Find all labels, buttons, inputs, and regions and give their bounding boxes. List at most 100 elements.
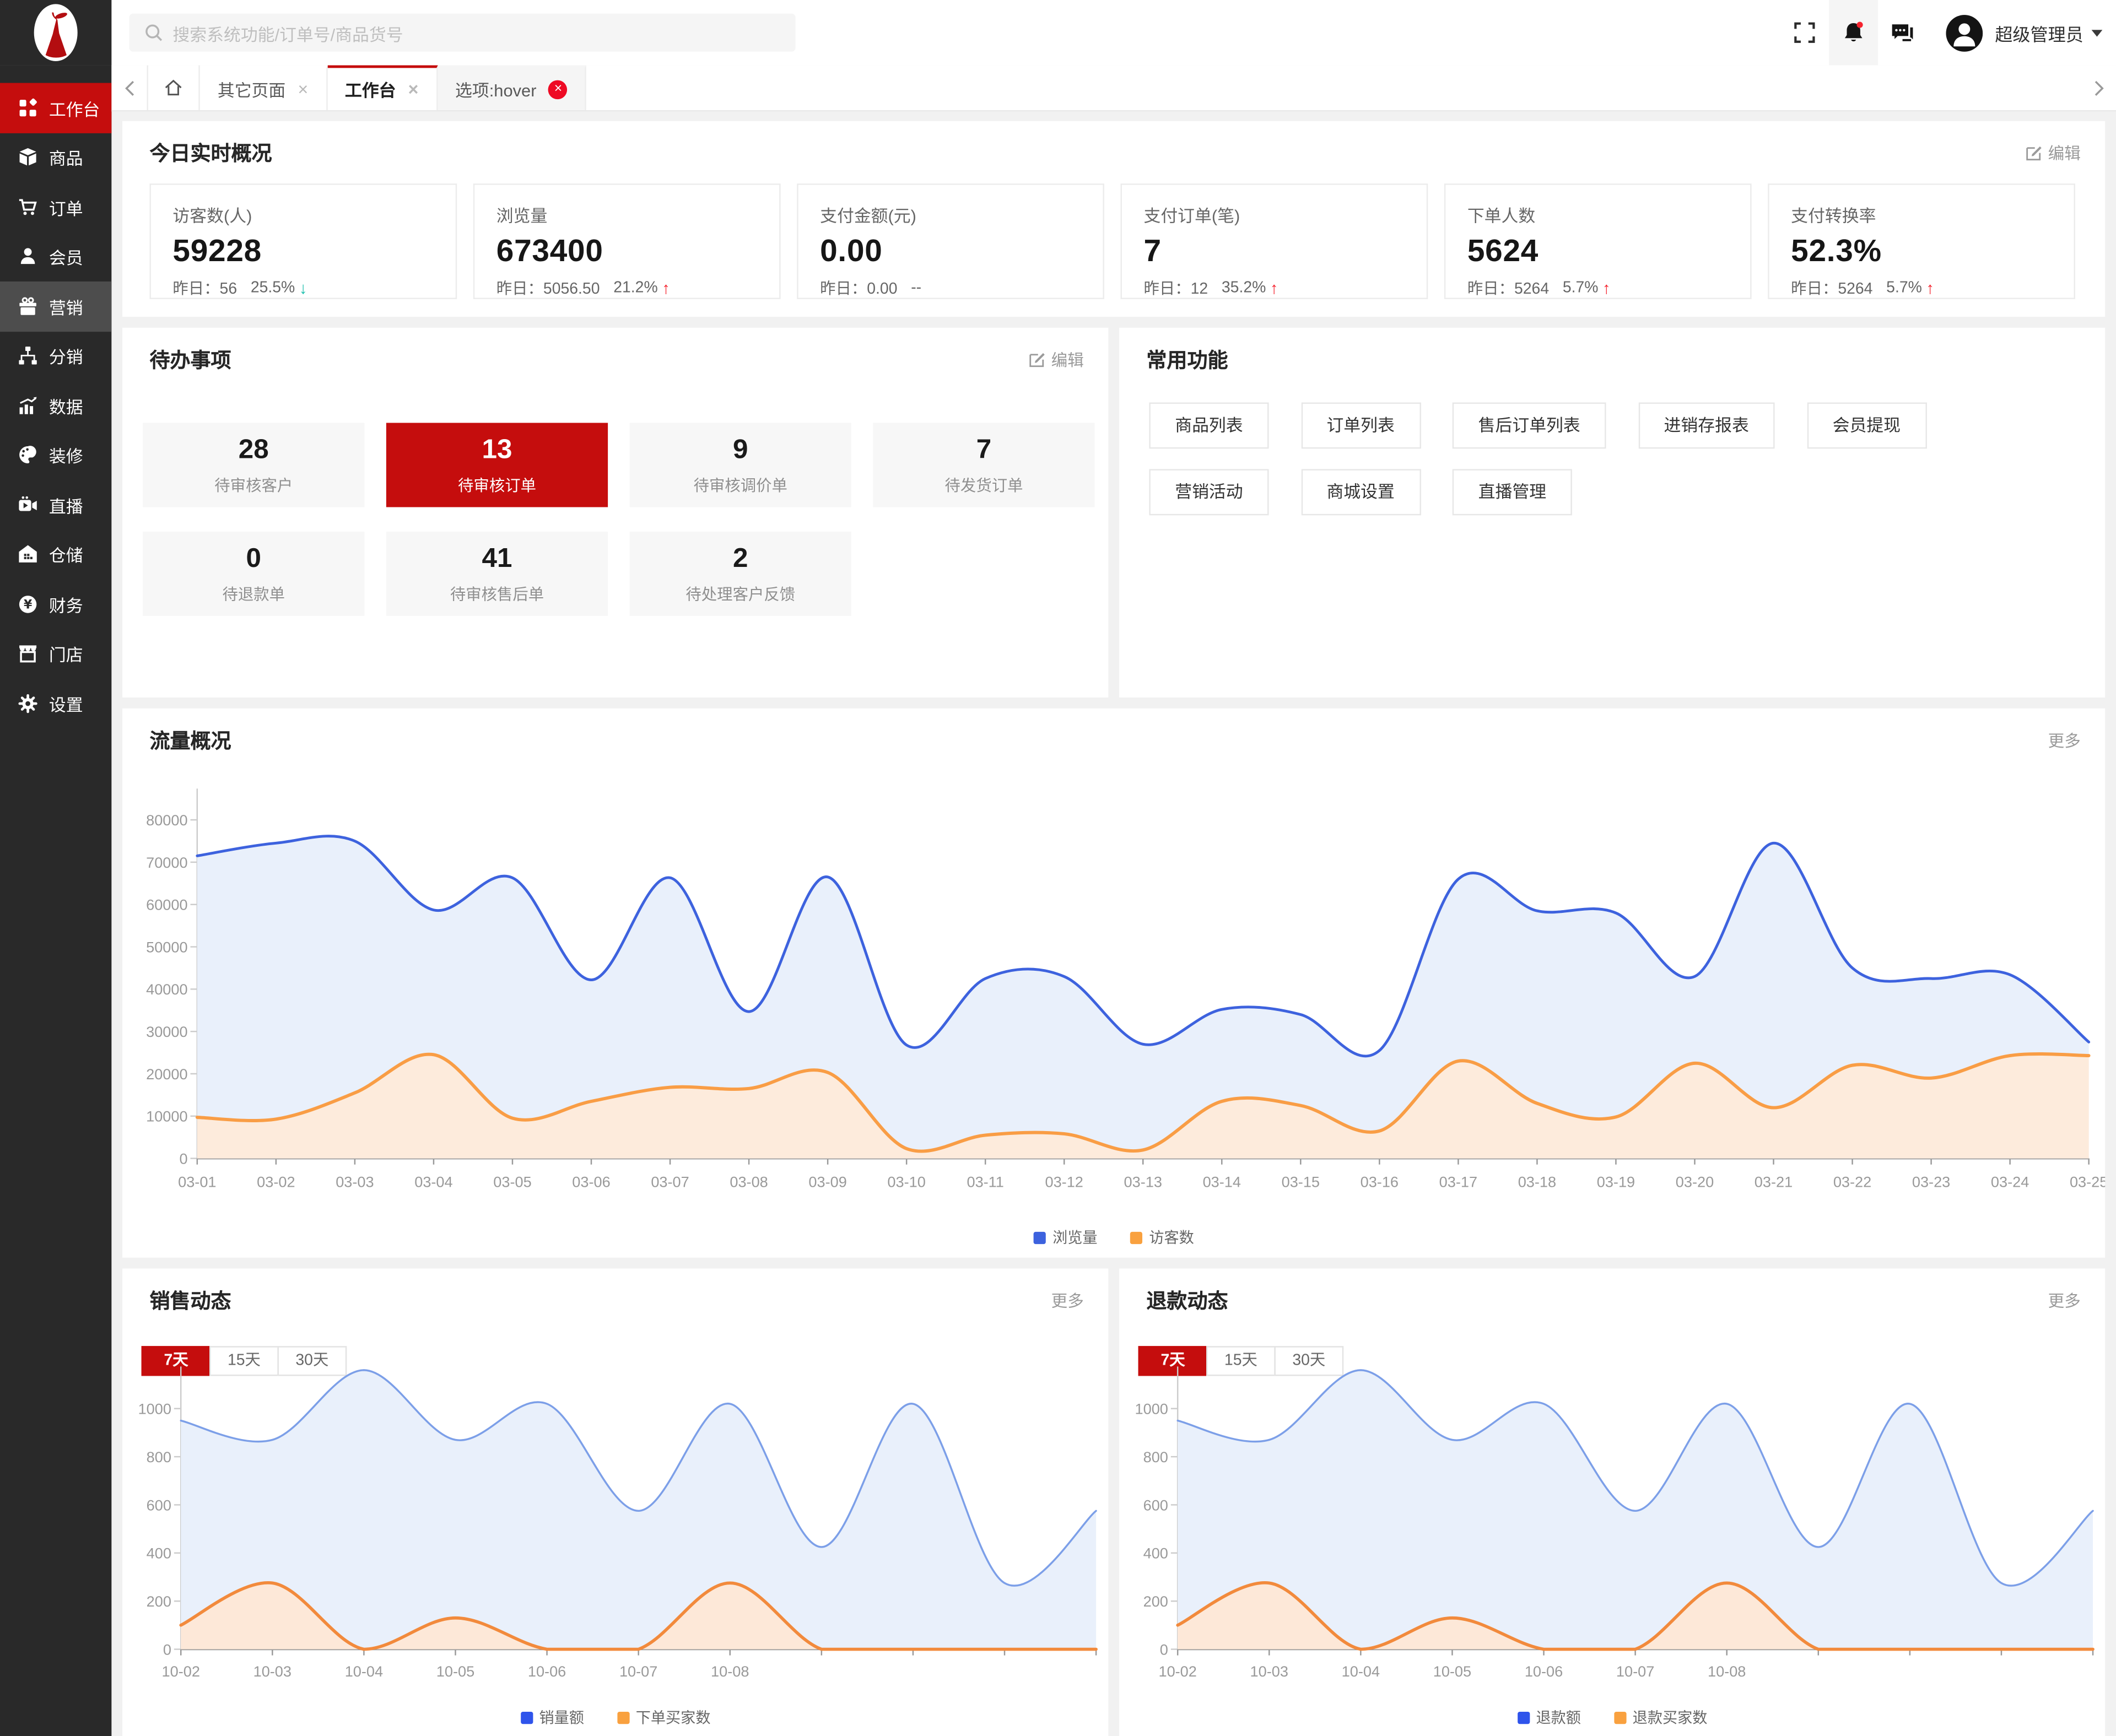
- svg-text:10-07: 10-07: [619, 1663, 657, 1680]
- page-tab[interactable]: 选项:hover ×: [438, 65, 587, 110]
- tabs-scroll-left-icon[interactable]: [111, 65, 147, 110]
- todo-tile[interactable]: 13 待审核订单: [386, 423, 608, 507]
- warehouse-icon: [18, 544, 38, 565]
- quick-function-button[interactable]: 商品列表: [1149, 402, 1268, 448]
- sidebar-item[interactable]: 订单: [0, 182, 111, 232]
- todo-label: 待退款单: [222, 582, 285, 604]
- sidebar-item[interactable]: 数据: [0, 381, 111, 430]
- tabs-scroll-right-icon[interactable]: [2081, 65, 2116, 110]
- todo-label: 待发货订单: [945, 474, 1023, 495]
- todo-label: 待审核调价单: [694, 474, 787, 495]
- quick-function-button[interactable]: 进销存报表: [1638, 402, 1775, 448]
- stat-value: 7: [1143, 232, 1405, 269]
- decorate-palette-icon: [18, 445, 38, 466]
- svg-text:10-08: 10-08: [711, 1663, 749, 1680]
- sidebar-item[interactable]: 工作台: [0, 83, 111, 133]
- quick-function-button[interactable]: 订单列表: [1301, 402, 1421, 448]
- panel-title: 流量概况: [149, 726, 231, 755]
- messages-button[interactable]: [1878, 0, 1927, 65]
- order-cart-icon: [18, 197, 38, 217]
- chat-icon: [1890, 20, 1914, 45]
- user-menu[interactable]: 超级管理员: [1946, 14, 2102, 51]
- sidebar-item[interactable]: 直播: [0, 480, 111, 529]
- search-icon: [144, 23, 164, 42]
- tab-home[interactable]: [147, 65, 200, 110]
- sidebar-item[interactable]: 门店: [0, 629, 111, 678]
- legend-label: 下单买家数: [636, 1706, 711, 1728]
- legend-item[interactable]: 退款额: [1517, 1706, 1581, 1728]
- svg-text:0: 0: [163, 1641, 171, 1658]
- chevron-down-icon: [2092, 29, 2103, 36]
- close-icon[interactable]: ×: [298, 80, 309, 98]
- todo-tile[interactable]: 9 待审核调价单: [630, 423, 851, 507]
- notifications-button[interactable]: [1829, 0, 1878, 65]
- sidebar-item[interactable]: 商品: [0, 133, 111, 182]
- sidebar-item[interactable]: 设置: [0, 678, 111, 728]
- sidebar: 工作台 商品 订单 会员 营销 分销: [0, 65, 111, 1736]
- search-input[interactable]: 搜索系统功能/订单号/商品货号: [129, 14, 795, 52]
- legend-swatch-icon: [1517, 1711, 1529, 1723]
- edit-button[interactable]: 编辑: [1028, 348, 1084, 371]
- svg-text:0: 0: [179, 1150, 187, 1167]
- stat-yesterday: 昨日：12 35.2%: [1143, 277, 1405, 299]
- sidebar-item[interactable]: 仓储: [0, 529, 111, 579]
- sidebar-item[interactable]: ¥ 财务: [0, 579, 111, 629]
- quick-function-button[interactable]: 会员提现: [1807, 402, 1926, 448]
- todo-tile[interactable]: 2 待处理客户反馈: [630, 532, 851, 616]
- stat-label: 访客数(人): [172, 201, 434, 227]
- more-link[interactable]: 更多: [1051, 1289, 1084, 1312]
- svg-text:03-13: 03-13: [1124, 1173, 1162, 1190]
- sidebar-item[interactable]: 分销: [0, 331, 111, 381]
- brand-logo[interactable]: [0, 0, 111, 65]
- legend-item[interactable]: 退款买家数: [1613, 1706, 1707, 1728]
- top-bar: 搜索系统功能/订单号/商品货号: [0, 0, 2116, 65]
- legend-item[interactable]: 浏览量: [1034, 1226, 1098, 1248]
- stat-card: 支付订单(笔) 7 昨日：12 35.2%: [1121, 183, 1428, 299]
- todo-tile[interactable]: 7 待发货订单: [873, 423, 1094, 507]
- close-icon[interactable]: ×: [408, 80, 419, 98]
- panel-title: 销售动态: [149, 1286, 231, 1315]
- todo-label: 待审核售后单: [450, 582, 544, 604]
- quick-function-button[interactable]: 直播管理: [1453, 469, 1572, 515]
- close-icon[interactable]: ×: [549, 79, 568, 99]
- quick-function-button[interactable]: 商城设置: [1301, 469, 1421, 515]
- svg-text:400: 400: [1143, 1545, 1168, 1562]
- quick-function-button[interactable]: 售后订单列表: [1453, 402, 1606, 448]
- quick-function-button[interactable]: 营销活动: [1149, 469, 1268, 515]
- more-link[interactable]: 更多: [2048, 1289, 2081, 1312]
- svg-text:03-21: 03-21: [1755, 1173, 1793, 1190]
- svg-text:10-07: 10-07: [1616, 1663, 1654, 1680]
- stat-value: 5624: [1467, 232, 1729, 269]
- stat-value: 59228: [172, 232, 434, 269]
- page-tab[interactable]: 其它页面 ×: [200, 65, 327, 110]
- svg-text:80000: 80000: [146, 812, 187, 829]
- edit-button[interactable]: 编辑: [2025, 142, 2081, 165]
- legend-item[interactable]: 下单买家数: [617, 1706, 710, 1728]
- stat-card: 访客数(人) 59228 昨日：56 25.5%: [149, 183, 457, 299]
- panel-quick-functions: 常用功能 商品列表 订单列表 售后订单列表 进销存报表 会员提现 营销活动 商城…: [1119, 328, 2105, 697]
- stat-label: 支付转换率: [1791, 201, 2052, 227]
- svg-text:03-22: 03-22: [1833, 1173, 1871, 1190]
- sidebar-item[interactable]: 会员: [0, 232, 111, 282]
- sidebar-item-label: 营销: [49, 293, 83, 319]
- todo-tile[interactable]: 41 待审核售后单: [386, 532, 608, 616]
- chart-legend: 浏览量 访客数: [122, 1226, 2105, 1248]
- trend-arrow-icon: [1926, 279, 1934, 298]
- sidebar-item[interactable]: 营销: [0, 282, 111, 331]
- todo-tile[interactable]: 0 待退款单: [143, 532, 364, 616]
- sidebar-item[interactable]: 装修: [0, 430, 111, 480]
- svg-text:03-07: 03-07: [651, 1173, 689, 1190]
- todo-count: 0: [246, 543, 261, 575]
- search-placeholder: 搜索系统功能/订单号/商品货号: [172, 20, 403, 46]
- stat-label: 浏览量: [496, 201, 758, 227]
- legend-swatch-icon: [1034, 1231, 1046, 1243]
- sidebar-item-label: 仓储: [49, 542, 83, 567]
- legend-item[interactable]: 销量额: [520, 1706, 584, 1728]
- svg-text:10-06: 10-06: [528, 1663, 566, 1680]
- page-tab[interactable]: 工作台 ×: [327, 65, 438, 110]
- legend-item[interactable]: 访客数: [1130, 1226, 1194, 1248]
- fullscreen-button[interactable]: [1780, 0, 1829, 65]
- more-link[interactable]: 更多: [2048, 729, 2081, 752]
- todo-tile[interactable]: 28 待审核客户: [143, 423, 364, 507]
- svg-text:800: 800: [147, 1448, 171, 1465]
